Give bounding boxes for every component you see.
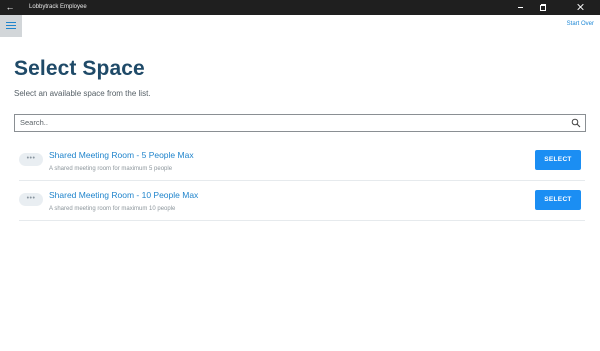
space-description: A shared meeting room for maximum 5 peop… bbox=[49, 166, 173, 172]
close-button[interactable] bbox=[570, 0, 592, 15]
list-item: ••• Shared Meeting Room - 10 People Max … bbox=[19, 182, 585, 221]
space-thumbnail-badge: ••• bbox=[19, 193, 43, 206]
select-button[interactable]: SELECT bbox=[535, 190, 581, 210]
start-over-link[interactable]: Start Over bbox=[567, 21, 594, 27]
page-title: Select Space bbox=[14, 57, 145, 80]
select-button[interactable]: SELECT bbox=[535, 150, 581, 170]
minimize-button[interactable] bbox=[510, 0, 532, 15]
search-icon[interactable] bbox=[571, 118, 581, 128]
search-input[interactable]: Search.. bbox=[14, 114, 586, 132]
window-title: Lobbytrack Employee bbox=[29, 4, 87, 10]
space-description: A shared meeting room for maximum 10 peo… bbox=[49, 206, 176, 212]
space-thumbnail-badge: ••• bbox=[19, 153, 43, 166]
list-item: ••• Shared Meeting Room - 5 People Max A… bbox=[19, 142, 585, 181]
space-list: ••• Shared Meeting Room - 5 People Max A… bbox=[19, 142, 585, 221]
window-title-bar: ← Lobbytrack Employee bbox=[0, 0, 600, 15]
space-name[interactable]: Shared Meeting Room - 10 People Max bbox=[49, 190, 198, 200]
space-name[interactable]: Shared Meeting Room - 5 People Max bbox=[49, 150, 194, 160]
hamburger-menu-icon[interactable] bbox=[0, 15, 22, 37]
maximize-button[interactable] bbox=[532, 0, 554, 15]
page-subtitle: Select an available space from the list. bbox=[14, 89, 151, 98]
search-placeholder: Search.. bbox=[20, 118, 48, 127]
back-arrow-icon[interactable]: ← bbox=[4, 0, 16, 15]
